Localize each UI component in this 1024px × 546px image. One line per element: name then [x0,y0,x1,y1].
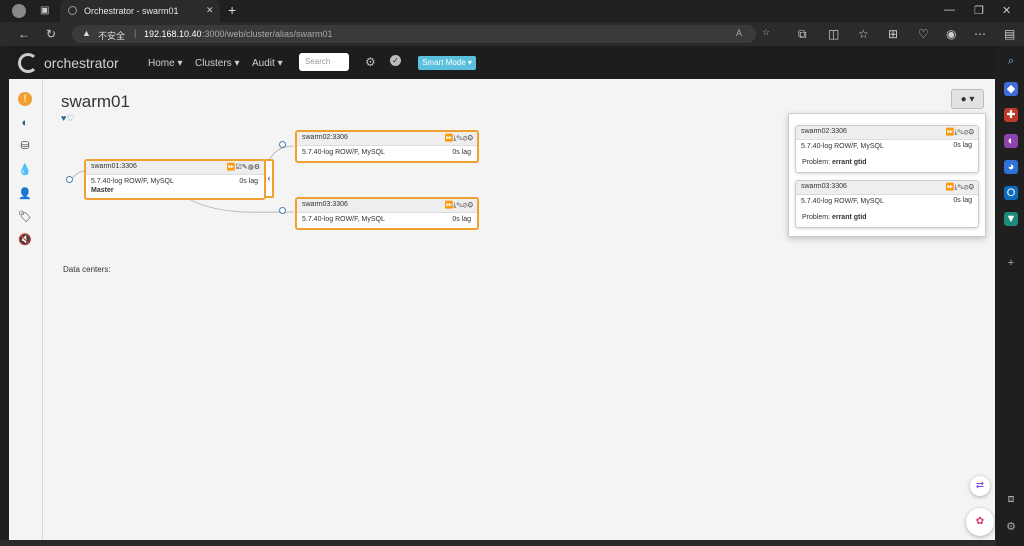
url-divider: | [134,28,137,38]
edge-sidebar: ⌕ ◆ ✚ ◐ ◕ O ▼ + ⧈ ⚙ [996,46,1024,546]
node-swarm01[interactable]: swarm01:3306 ⏩☑✎◍⚙ 5.7.40-log ROW/F, MyS… [84,159,266,200]
url-bar[interactable]: ▲ 不安全 | 192.168.10.40 :3000/web/cluster/… [72,25,770,43]
node-version: 5.7.40-log ROW/F, MySQL [801,198,884,205]
favorite-star-icon[interactable]: ☆ [762,27,770,38]
window-minimize-icon[interactable]: — [944,4,955,16]
translate-icon[interactable]: ⇄ [970,476,990,496]
read-aloud-icon[interactable]: A [736,28,742,38]
link-dot-master [70,170,86,180]
node-lag: 0s lag [953,142,972,149]
problem-card-swarm02[interactable]: swarm02:3306 ⏩⤓✎⊘⚙ 5.7.40-log ROW/F, MyS… [795,125,979,173]
swarm02-link-dot[interactable] [279,141,286,148]
window-restore-icon[interactable]: ❐ [974,4,984,17]
problem-label: Problem: [802,159,831,166]
master-link-dot[interactable] [66,176,73,183]
browser-tab-strip: ▣ Orchestrator - swarm01 ✕ + — ❐ ✕ [0,0,1024,22]
problems-dropdown-button[interactable]: ● ▾ [951,89,984,109]
orchestrator-page: orchestrator Home ▾ Clusters ▾ Audit ▾ S… [9,46,995,540]
problem-text: Problem: errant gtid [802,159,867,166]
link-master-swarm03 [186,197,295,213]
copilot-icon[interactable]: ◕ [1004,160,1018,174]
collapse-chevron-icon[interactable]: ‹ [264,159,274,198]
node-name: swarm03:3306 [801,183,847,190]
problem-value: errant gtid [831,214,867,221]
browser-essentials-icon[interactable]: ◉ [946,27,956,41]
screenshot-icon[interactable]: ⧈ [1004,492,1018,506]
node-lag: 0s lag [452,149,471,156]
problems-panel: swarm02:3306 ⏩⤓✎⊘⚙ 5.7.40-log ROW/F, MyS… [788,113,986,237]
node-swarm02[interactable]: swarm02:3306 ⏩⤓✎⊘⚙ 5.7.40-log ROW/F, MyS… [295,130,479,163]
url-path: :3000/web/cluster/alias/swarm01 [202,29,333,39]
browser-tab[interactable]: Orchestrator - swarm01 ✕ [60,0,220,22]
games-icon[interactable]: ◐ [1004,134,1018,148]
node-version: 5.7.40-log ROW/F, MySQL [302,216,385,223]
node-name: swarm01:3306 [91,163,137,170]
extensions-icon[interactable]: ⧉ [798,27,807,42]
node-lag: 0s lag [452,216,471,223]
favorites-icon[interactable]: ☆ [858,27,869,41]
node-action-icons[interactable]: ⏩⤓✎⊘⚙ [946,183,974,192]
data-centers-label: Data centers: [63,265,111,274]
profile-avatar-icon[interactable] [12,4,26,18]
more-menu-icon[interactable]: ⋯ [974,27,986,41]
problem-label: Problem: [802,214,831,221]
problem-value: errant gtid [831,159,867,166]
outlook-icon[interactable]: O [1004,186,1018,200]
node-action-icons[interactable]: ⏩⤓✎⊘⚙ [946,128,974,137]
node-header: swarm02:3306 ⏩⤓✎⊘⚙ [297,132,477,146]
tab-favicon-icon [68,6,77,15]
collections-icon[interactable]: ⊞ [888,27,898,41]
tools-icon[interactable]: ✚ [1004,108,1018,122]
node-header: swarm01:3306 ⏩☑✎◍⚙ [86,161,264,175]
swarm03-link-dot[interactable] [279,207,286,214]
window-close-icon[interactable]: ✕ [1002,4,1011,17]
node-header: swarm02:3306 ⏩⤓✎⊘⚙ [796,126,978,140]
performance-icon[interactable]: ♡ [918,27,929,41]
taskbar-strip [0,540,996,546]
node-action-icons[interactable]: ⏩⤓✎⊘⚙ [445,134,473,143]
search-icon[interactable]: ⌕ [1004,54,1018,68]
sidebar-toggle-icon[interactable]: ▤ [1004,27,1015,41]
copilot-brain-icon[interactable]: ✿ [966,508,994,536]
node-lag: 0s lag [239,178,258,185]
node-lag: 0s lag [953,197,972,204]
drop-icon[interactable]: ▼ [1004,212,1018,226]
node-role: Master [91,187,114,194]
tab-actions-icon[interactable]: ▣ [40,5,49,16]
node-name: swarm02:3306 [302,134,348,141]
node-header: swarm03:3306 ⏩⤓✎⊘⚙ [297,199,477,213]
problem-card-swarm03[interactable]: swarm03:3306 ⏩⤓✎⊘⚙ 5.7.40-log ROW/F, MyS… [795,180,979,228]
shopping-icon[interactable]: ◆ [1004,82,1018,96]
node-version: 5.7.40-log ROW/F, MySQL [91,178,174,185]
settings-gear-icon[interactable]: ⚙ [1004,520,1018,534]
back-icon[interactable]: ← [18,27,30,41]
node-version: 5.7.40-log ROW/F, MySQL [801,143,884,150]
node-action-icons[interactable]: ⏩⤓✎⊘⚙ [445,201,473,210]
add-sidebar-app-icon[interactable]: + [1004,256,1018,270]
node-swarm03[interactable]: swarm03:3306 ⏩⤓✎⊘⚙ 5.7.40-log ROW/F, MyS… [295,197,479,230]
address-bar-row: ← ↻ ▲ 不安全 | 192.168.10.40 :3000/web/clus… [0,22,1024,46]
reload-icon[interactable]: ↻ [46,27,56,41]
new-tab-button[interactable]: + [228,2,236,18]
split-screen-icon[interactable]: ◫ [828,27,839,41]
problem-text: Problem: errant gtid [802,214,867,221]
node-version: 5.7.40-log ROW/F, MySQL [302,149,385,156]
node-action-icons[interactable]: ⏩☑✎◍⚙ [227,163,260,171]
url-host: 192.168.10.40 [144,29,202,39]
warning-icon: ▲ [82,28,91,38]
node-header: swarm03:3306 ⏩⤓✎⊘⚙ [796,181,978,195]
tab-close-icon[interactable]: ✕ [206,5,214,16]
node-name: swarm03:3306 [302,201,348,208]
tab-title: Orchestrator - swarm01 [84,6,179,16]
insecure-label: 不安全 [98,31,126,41]
node-name: swarm02:3306 [801,128,847,135]
